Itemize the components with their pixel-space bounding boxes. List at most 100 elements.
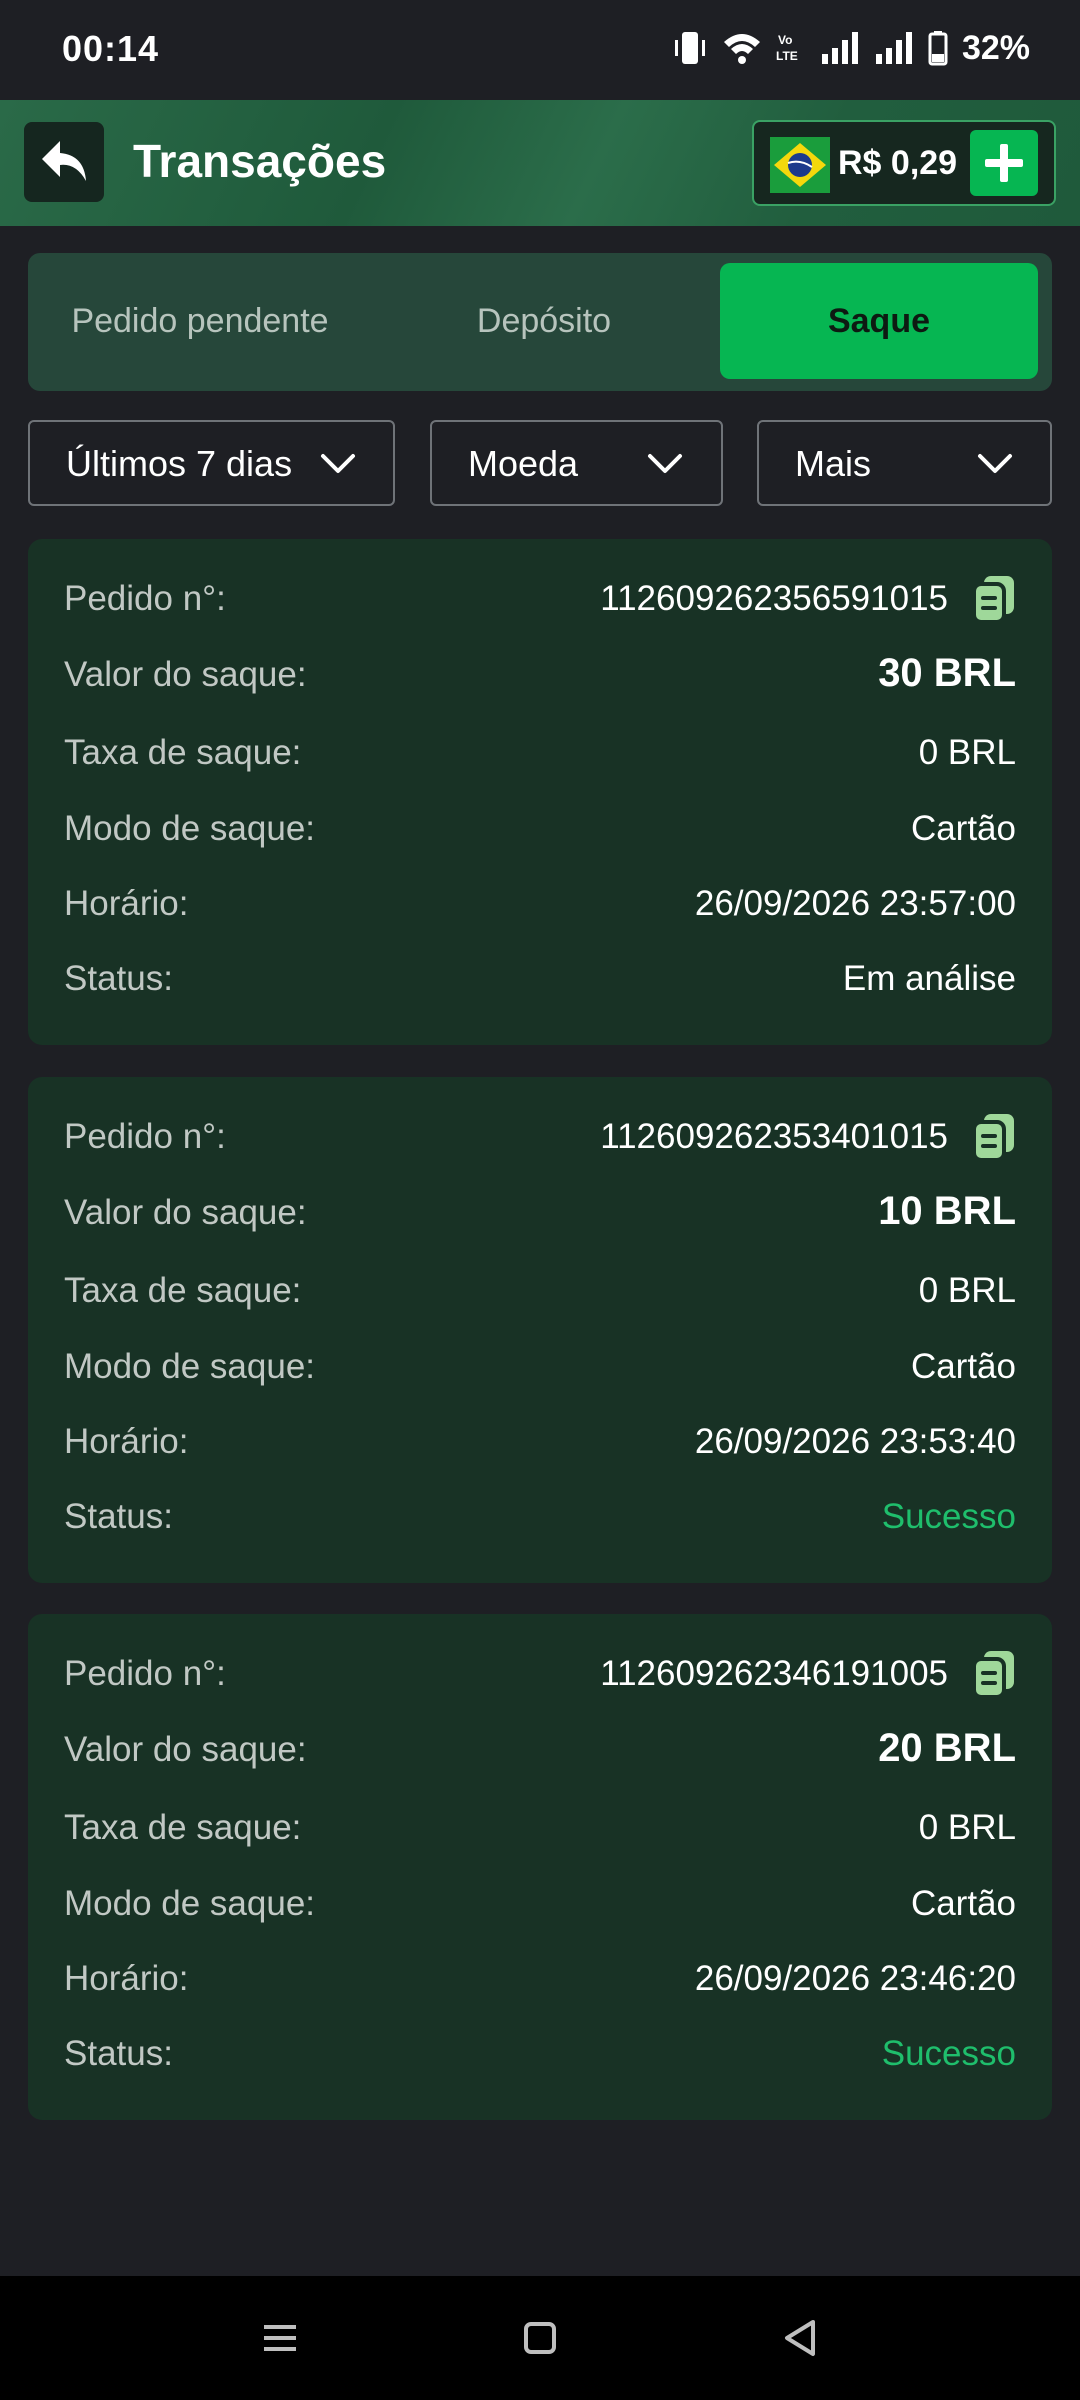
mode-row: Modo de saque: Cartão bbox=[28, 1874, 1052, 1934]
mode-label: Modo de saque: bbox=[64, 809, 316, 848]
home-icon bbox=[524, 2322, 556, 2354]
time-row: Horário: 26/09/2026 23:53:40 bbox=[28, 1412, 1052, 1472]
back-arrow-icon bbox=[42, 141, 86, 181]
mode-row: Modo de saque: Cartão bbox=[28, 1337, 1052, 1397]
order-label: Pedido n°: bbox=[64, 579, 226, 618]
withdraw-amount: 20 BRL bbox=[878, 1726, 1016, 1770]
withdraw-status: Em análise bbox=[842, 959, 1016, 998]
battery-percent: 32% bbox=[961, 28, 1030, 67]
status-label: Status: bbox=[64, 2034, 173, 2073]
plus-icon bbox=[985, 144, 1023, 182]
time-label: Horário: bbox=[64, 1422, 189, 1461]
time-row: Horário: 26/09/2026 23:46:20 bbox=[28, 1949, 1052, 2009]
brazil-flag-icon bbox=[770, 137, 830, 193]
transaction-card: Pedido n°: 112609262356591015 Valor do s… bbox=[28, 539, 1052, 1045]
home-button[interactable] bbox=[516, 2314, 564, 2362]
app-header: Transações R$ 0,29 bbox=[0, 100, 1080, 226]
signal-icon bbox=[821, 32, 858, 64]
mode-row: Modo de saque: Cartão bbox=[28, 799, 1052, 859]
date-range-dropdown[interactable]: Últimos 7 dias bbox=[28, 420, 395, 506]
withdraw-time: 26/09/2026 23:57:00 bbox=[694, 884, 1016, 923]
status-icons: Vo LTE 32% bbox=[672, 26, 1030, 70]
fee-row: Taxa de saque: 0 BRL bbox=[28, 1261, 1052, 1321]
order-number: 112609262346191005 bbox=[600, 1654, 948, 1693]
fee-label: Taxa de saque: bbox=[64, 1808, 302, 1847]
order-number: 112609262356591015 bbox=[600, 579, 948, 618]
withdraw-time: 26/09/2026 23:53:40 bbox=[694, 1422, 1016, 1461]
amount-row: Valor do saque: 20 BRL bbox=[28, 1720, 1052, 1780]
status-label: Status: bbox=[64, 959, 173, 998]
order-row: Pedido n°: 112609262356591015 bbox=[28, 569, 1052, 629]
add-funds-button[interactable] bbox=[970, 130, 1038, 196]
svg-text:Vo: Vo bbox=[778, 33, 792, 47]
withdraw-status: Sucesso bbox=[881, 2034, 1016, 2073]
tab-withdraw[interactable]: Saque bbox=[720, 263, 1038, 379]
order-row: Pedido n°: 112609262353401015 bbox=[28, 1107, 1052, 1167]
withdraw-time: 26/09/2026 23:46:20 bbox=[694, 1959, 1016, 1998]
status-time: 00:14 bbox=[62, 28, 160, 69]
withdraw-amount: 10 BRL bbox=[878, 1189, 1016, 1233]
withdraw-fee: 0 BRL bbox=[918, 1808, 1016, 1847]
mode-label: Modo de saque: bbox=[64, 1347, 316, 1386]
amount-label: Valor do saque: bbox=[64, 1730, 307, 1769]
order-number: 112609262353401015 bbox=[600, 1117, 948, 1156]
system-nav-bar bbox=[0, 2276, 1080, 2400]
withdraw-fee: 0 BRL bbox=[918, 733, 1016, 772]
tab-pending-order[interactable]: Pedido pendente bbox=[28, 263, 372, 379]
withdraw-mode: Cartão bbox=[910, 809, 1016, 848]
time-row: Horário: 26/09/2026 23:57:00 bbox=[28, 874, 1052, 934]
wallet-balance[interactable]: R$ 0,29 bbox=[752, 120, 1056, 206]
vibrate-icon bbox=[674, 32, 705, 64]
withdraw-mode: Cartão bbox=[910, 1884, 1016, 1923]
status-bar: 00:14 Vo LTE 32% bbox=[0, 0, 1080, 100]
amount-row: Valor do saque: 10 BRL bbox=[28, 1183, 1052, 1243]
time-label: Horário: bbox=[64, 884, 189, 923]
more-filters-dropdown[interactable]: Mais bbox=[757, 420, 1052, 506]
menu-icon bbox=[264, 2325, 296, 2351]
status-row: Status: Em análise bbox=[28, 949, 1052, 1009]
time-label: Horário: bbox=[64, 1959, 189, 1998]
svg-text:LTE: LTE bbox=[776, 49, 798, 63]
amount-label: Valor do saque: bbox=[64, 655, 307, 694]
withdraw-mode: Cartão bbox=[910, 1347, 1016, 1386]
order-row: Pedido n°: 112609262346191005 bbox=[28, 1644, 1052, 1704]
page-title: Transações bbox=[133, 135, 387, 187]
signal-icon bbox=[875, 32, 912, 64]
date-range-label: Últimos 7 dias bbox=[66, 443, 293, 484]
amount-label: Valor do saque: bbox=[64, 1193, 307, 1232]
back-button[interactable] bbox=[24, 122, 104, 202]
withdraw-fee: 0 BRL bbox=[918, 1271, 1016, 1310]
wifi-icon bbox=[723, 34, 760, 64]
order-label: Pedido n°: bbox=[64, 1117, 226, 1156]
copy-icon[interactable] bbox=[970, 1649, 1018, 1701]
menu-button[interactable] bbox=[256, 2314, 304, 2362]
chevron-down-icon bbox=[321, 454, 355, 473]
more-label: Mais bbox=[795, 443, 872, 484]
fee-row: Taxa de saque: 0 BRL bbox=[28, 723, 1052, 783]
chevron-down-icon bbox=[978, 454, 1012, 473]
back-icon bbox=[785, 2320, 815, 2356]
fee-label: Taxa de saque: bbox=[64, 1271, 302, 1310]
mode-label: Modo de saque: bbox=[64, 1884, 316, 1923]
status-label: Status: bbox=[64, 1497, 173, 1536]
transaction-card: Pedido n°: 112609262353401015 Valor do s… bbox=[28, 1077, 1052, 1583]
nav-back-button[interactable] bbox=[776, 2314, 824, 2362]
status-row: Status: Sucesso bbox=[28, 2024, 1052, 2084]
withdraw-amount: 30 BRL bbox=[878, 651, 1016, 695]
balance-amount: R$ 0,29 bbox=[838, 144, 958, 182]
transaction-tabs: Pedido pendente Depósito Saque bbox=[28, 253, 1052, 391]
fee-row: Taxa de saque: 0 BRL bbox=[28, 1798, 1052, 1858]
tab-deposit[interactable]: Depósito bbox=[372, 263, 716, 379]
transaction-card: Pedido n°: 112609262346191005 Valor do s… bbox=[28, 1614, 1052, 2120]
amount-row: Valor do saque: 30 BRL bbox=[28, 645, 1052, 705]
withdraw-status: Sucesso bbox=[881, 1497, 1016, 1536]
currency-label: Moeda bbox=[468, 443, 579, 484]
copy-icon[interactable] bbox=[970, 1112, 1018, 1164]
fee-label: Taxa de saque: bbox=[64, 733, 302, 772]
copy-icon[interactable] bbox=[970, 574, 1018, 626]
chevron-down-icon bbox=[648, 454, 682, 473]
status-row: Status: Sucesso bbox=[28, 1487, 1052, 1547]
volte-icon: Vo LTE bbox=[776, 33, 798, 63]
currency-dropdown[interactable]: Moeda bbox=[430, 420, 723, 506]
battery-icon bbox=[928, 31, 948, 66]
